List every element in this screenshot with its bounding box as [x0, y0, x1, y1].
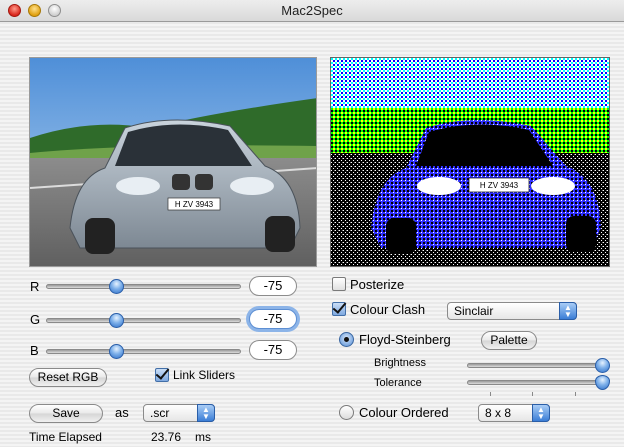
- source-car-photo: H ZV 3943: [30, 58, 316, 266]
- g-value-field[interactable]: -75: [249, 309, 297, 329]
- r-value-field[interactable]: -75: [249, 276, 297, 296]
- main-window: Mac2Spec H ZV 3943 H ZV 3943 R -75 G -75…: [0, 0, 624, 447]
- output-image: H ZV 3943: [330, 57, 610, 267]
- floyd-steinberg-radio[interactable]: [339, 332, 354, 347]
- palette-button[interactable]: Palette: [481, 331, 537, 350]
- reset-rgb-button[interactable]: Reset RGB: [29, 368, 107, 387]
- b-value-field[interactable]: -75: [249, 340, 297, 360]
- window-title: Mac2Spec: [281, 3, 343, 18]
- clash-mode-popup[interactable]: Sinclair ▲ ▼: [447, 302, 577, 320]
- ordered-size-value: 8 x 8: [485, 406, 512, 420]
- format-popup[interactable]: .scr ▲ ▼: [143, 404, 215, 422]
- updown-arrows-icon: ▲ ▼: [559, 302, 577, 320]
- output-plate-text: H ZV 3943: [480, 181, 519, 190]
- b-slider-track[interactable]: [46, 349, 241, 354]
- time-elapsed-label: Time Elapsed: [29, 430, 102, 444]
- title-bar: Mac2Spec: [0, 0, 624, 22]
- format-popup-value: .scr: [150, 406, 170, 420]
- brightness-slider-knob[interactable]: [595, 358, 610, 373]
- tolerance-slider-knob[interactable]: [595, 375, 610, 390]
- tolerance-slider-track[interactable]: [467, 380, 605, 385]
- colour-ordered-radio[interactable]: [339, 405, 354, 420]
- b-label: B: [30, 343, 39, 358]
- colour-clash-label: Colour Clash: [350, 302, 426, 317]
- save-button[interactable]: Save: [29, 404, 103, 423]
- link-sliders-checkbox[interactable]: [155, 368, 169, 382]
- as-label: as: [115, 405, 129, 420]
- g-label: G: [30, 312, 41, 327]
- tolerance-label: Tolerance: [374, 377, 422, 389]
- g-slider-track[interactable]: [46, 318, 241, 323]
- posterize-checkbox[interactable]: [332, 277, 346, 291]
- ordered-size-popup[interactable]: 8 x 8 ▲ ▼: [478, 404, 550, 422]
- r-label: R: [30, 279, 40, 294]
- source-image: H ZV 3943: [29, 57, 317, 267]
- posterize-label: Posterize: [350, 277, 405, 292]
- brightness-slider-track[interactable]: [467, 363, 605, 368]
- colour-clash-checkbox[interactable]: [332, 302, 346, 316]
- r-slider-knob[interactable]: [109, 279, 124, 294]
- tolerance-tick: [490, 392, 491, 396]
- clash-mode-value: Sinclair: [454, 304, 494, 318]
- time-elapsed-unit: ms: [195, 430, 211, 444]
- floyd-steinberg-label: Floyd-Steinberg: [359, 332, 451, 347]
- colour-ordered-label: Colour Ordered: [359, 405, 449, 420]
- updown-arrows-icon: ▲ ▼: [532, 404, 550, 422]
- g-slider-knob[interactable]: [109, 313, 124, 328]
- tolerance-tick: [575, 392, 576, 396]
- time-elapsed-value: 23.76: [151, 430, 182, 444]
- link-sliders-label: Link Sliders: [173, 368, 236, 382]
- b-slider-knob[interactable]: [109, 344, 124, 359]
- brightness-label: Brightness: [374, 357, 426, 369]
- dithered-car-preview: H ZV 3943: [331, 58, 609, 266]
- r-slider-track[interactable]: [46, 284, 241, 289]
- tolerance-tick: [532, 392, 533, 396]
- updown-arrows-icon: ▲ ▼: [197, 404, 215, 422]
- source-plate-text: H ZV 3943: [175, 200, 214, 209]
